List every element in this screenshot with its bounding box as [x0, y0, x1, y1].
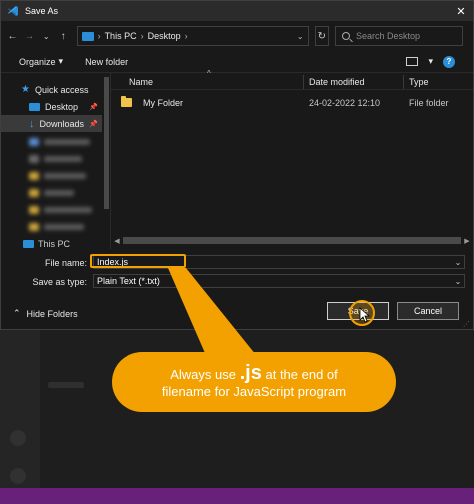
callout-emphasis: .js — [239, 361, 262, 384]
callout-line-2: filename for JavaScript program — [161, 383, 347, 399]
callout-pointer — [168, 268, 260, 360]
callout-text: at the end of — [265, 366, 338, 382]
callout-line-1: Always use .js at the end of — [170, 361, 338, 384]
callout-text: Always use — [170, 366, 236, 382]
callout-bubble: Always use .js at the end of filename fo… — [112, 352, 396, 412]
mouse-cursor-icon — [359, 307, 371, 323]
